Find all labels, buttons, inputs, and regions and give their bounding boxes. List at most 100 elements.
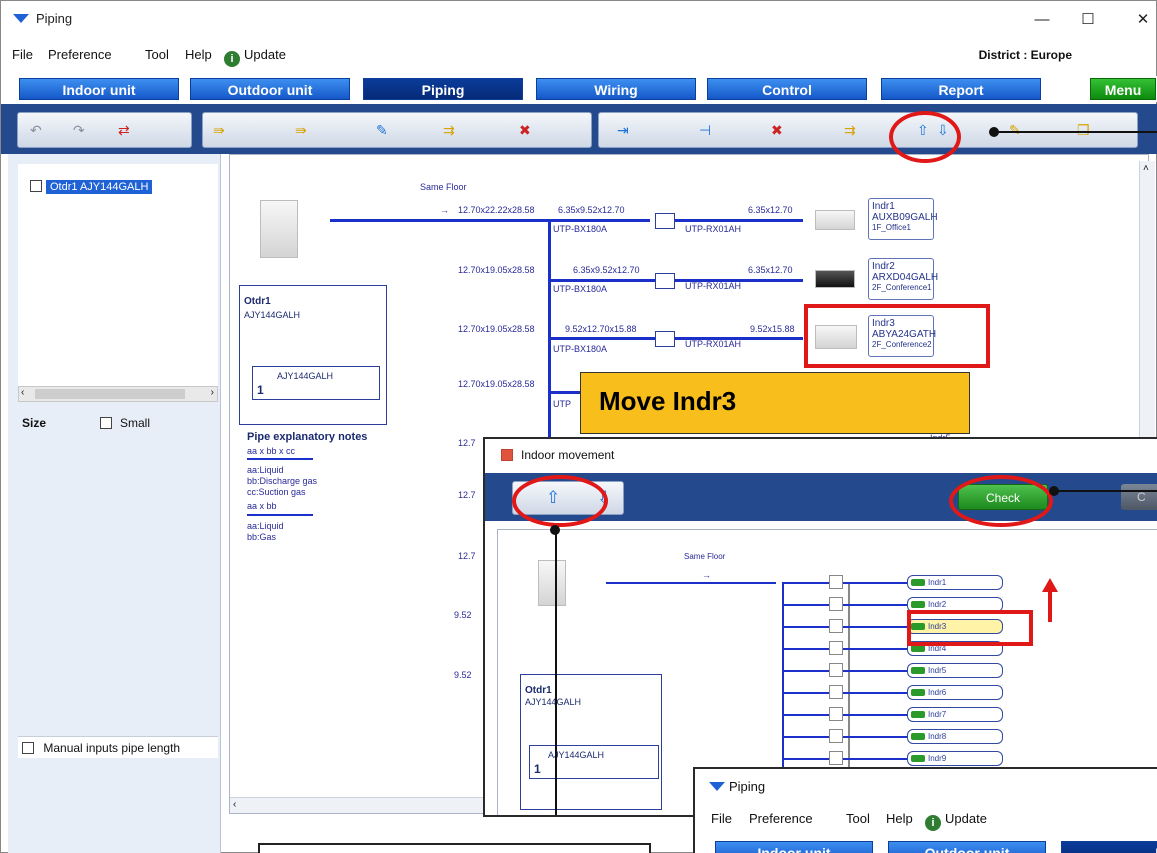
branch-swap-button[interactable]: ⇄ <box>118 121 140 139</box>
dialog-indoor-indr9[interactable]: Indr9 <box>907 751 1003 766</box>
notes-line-3: bb:Discharge gas <box>247 476 318 486</box>
refnet-box-1[interactable] <box>655 213 675 229</box>
partial-size-5: 9.52 <box>454 670 472 680</box>
remove-indoor-button[interactable]: ✖ <box>771 121 793 139</box>
toolbar: ↶ ↷ ⇄ ⇛ ⇛ ✎ ⇉ ✖ ⇥ ⊣ ✖ ⇉ ⇧ ⇩ ✎ ❐ <box>1 104 1157 154</box>
edit-length-button[interactable]: ✎ <box>1009 121 1031 139</box>
minimize-button[interactable]: — <box>1022 7 1062 33</box>
header-add-icon: ⇛ <box>213 122 225 138</box>
tree-item-checkbox[interactable] <box>30 180 42 192</box>
partial-size-3: 12.7 <box>458 551 476 561</box>
partial-size-4: 9.52 <box>454 610 472 620</box>
indoor-box-indr2[interactable]: Indr2 ARXD04GALH 2F_Conference1 <box>868 258 938 300</box>
remove-indoor-icon: ✖ <box>771 122 783 138</box>
tab-wiring[interactable]: Wiring <box>536 78 696 100</box>
tree-item-label[interactable]: Otdr1 AJY144GALH <box>46 180 153 194</box>
insert-indoor-button[interactable]: ⇥ <box>617 121 639 139</box>
branch-split-button[interactable]: ⇉ <box>443 121 465 139</box>
refnet-box-3[interactable] <box>655 331 675 347</box>
scrollbar-thumb[interactable] <box>35 389 185 399</box>
notes-divider-2 <box>247 514 313 516</box>
title-bar: Piping — ☐ ✕ <box>1 1 1156 41</box>
copy-button[interactable]: ❐ <box>1077 121 1099 139</box>
dialog-indoor-indr1[interactable]: Indr1 <box>907 575 1003 590</box>
redo-button[interactable]: ↷ <box>73 121 95 139</box>
dialog-indoor-label: Indr5 <box>928 666 947 675</box>
manual-inputs-label: Manual inputs pipe length <box>43 741 181 755</box>
indoor-pipe-3 <box>675 337 803 340</box>
tab-menu[interactable]: Menu <box>1090 78 1156 100</box>
chevron-left-icon[interactable]: ‹ <box>21 387 24 398</box>
overlay-tab-indoor-unit[interactable]: Indoor unit <box>715 841 873 853</box>
dialog-node-3 <box>829 619 843 633</box>
menu-update[interactable]: i Update <box>224 47 286 67</box>
dialog-indoor-indr5[interactable]: Indr5 <box>907 663 1003 678</box>
overlay-menu-update[interactable]: i Update <box>925 811 987 831</box>
dialog-app-icon <box>501 449 513 461</box>
append-indoor-button[interactable]: ⊣ <box>699 121 721 139</box>
dialog-indoor-label: Indr7 <box>928 710 947 719</box>
flow-arrow-icon: → <box>440 205 449 215</box>
dialog-indoor-indr7[interactable]: Indr7 <box>907 707 1003 722</box>
annotation-ellipse-check <box>949 475 1053 527</box>
cancel-button[interactable]: C <box>1121 484 1157 510</box>
copy-icon: ❐ <box>1077 122 1090 138</box>
window-title: Piping <box>36 11 73 26</box>
branch-size-3: 9.52x12.70x15.88 <box>565 324 637 334</box>
tree-horizontal-scrollbar[interactable]: ‹ › <box>18 386 218 402</box>
chevron-left-icon[interactable]: ‹ <box>233 799 236 810</box>
tree-item-otdr1[interactable]: Otdr1 AJY144GALH <box>30 179 153 197</box>
small-checkbox[interactable] <box>100 417 112 429</box>
indoor-size-3: 9.52x15.88 <box>750 324 795 334</box>
overlay-menu-tool[interactable]: Tool <box>846 811 870 826</box>
notes-line-1: aa x bb x cc <box>247 446 296 456</box>
overlay-tab-outdoor-unit[interactable]: Outdoor unit <box>888 841 1046 853</box>
toolgroup-branch: ⇛ ⇛ ✎ ⇉ ✖ <box>202 112 592 148</box>
header-add-button[interactable]: ⇛ <box>213 121 235 139</box>
pipe-edit-button[interactable]: ✎ <box>376 121 398 139</box>
indoor-unit-image-1[interactable] <box>815 210 855 230</box>
manual-inputs-checkbox[interactable] <box>22 742 34 754</box>
tab-indoor-unit[interactable]: Indoor unit <box>19 78 179 100</box>
tab-report[interactable]: Report <box>881 78 1041 100</box>
menu-help[interactable]: Help <box>185 47 212 62</box>
tab-control[interactable]: Control <box>707 78 867 100</box>
chevron-up-icon[interactable]: ˄ <box>1143 163 1149 174</box>
chevron-right-icon[interactable]: › <box>211 387 214 398</box>
indoor-room: 2F_Conference1 <box>872 283 932 292</box>
delete-branch-button[interactable]: ✖ <box>519 121 541 139</box>
joint-add-button[interactable]: ⇛ <box>295 121 317 139</box>
undo-button[interactable]: ↶ <box>30 121 52 139</box>
overlay-menu-preference[interactable]: Preference <box>749 811 813 826</box>
overlay-menu-help[interactable]: Help <box>886 811 913 826</box>
dialog-outdoor-box[interactable]: Otdr1 AJY144GALH AJY144GALH 1 <box>520 674 662 810</box>
dialog-indoor-indr6[interactable]: Indr6 <box>907 685 1003 700</box>
menu-file[interactable]: File <box>12 47 33 62</box>
floor-label: Same Floor <box>420 182 467 192</box>
maximize-button[interactable]: ☐ <box>1068 7 1108 33</box>
outdoor-box[interactable]: Otdr1 AJY144GALH AJY144GALH 1 <box>239 285 387 425</box>
indoor-unit-image-2[interactable] <box>815 270 855 288</box>
tab-piping[interactable]: Piping <box>363 78 523 100</box>
flow-button[interactable]: ⇉ <box>844 121 866 139</box>
dialog-title: Indoor movement <box>521 448 615 462</box>
dialog-node-8 <box>829 729 843 743</box>
refnet-box-2[interactable] <box>655 273 675 289</box>
small-label: Small <box>120 416 151 430</box>
dialog-pipe-1 <box>782 582 907 584</box>
indoor-unit-icon <box>911 689 925 696</box>
dialog-outdoor-image[interactable] <box>538 560 566 606</box>
menu-preference[interactable]: Preference <box>48 47 112 62</box>
indoor-box-indr1[interactable]: Indr1 AUXB09GALH 1F_Office1 <box>868 198 938 240</box>
overlay-menu-file[interactable]: File <box>711 811 732 826</box>
branch-pipe-2 <box>548 279 655 282</box>
close-button[interactable]: ✕ <box>1123 7 1157 33</box>
indoor-unit-icon <box>911 711 925 718</box>
menu-tool[interactable]: Tool <box>145 47 169 62</box>
callout-text: Move Indr3 <box>599 386 737 416</box>
outdoor-unit-image[interactable] <box>260 200 298 258</box>
tab-outdoor-unit[interactable]: Outdoor unit <box>190 78 350 100</box>
dialog-indoor-indr8[interactable]: Indr8 <box>907 729 1003 744</box>
overlay-tab-piping[interactable]: Piping <box>1061 841 1157 853</box>
annotation-leader-line <box>1055 490 1157 492</box>
